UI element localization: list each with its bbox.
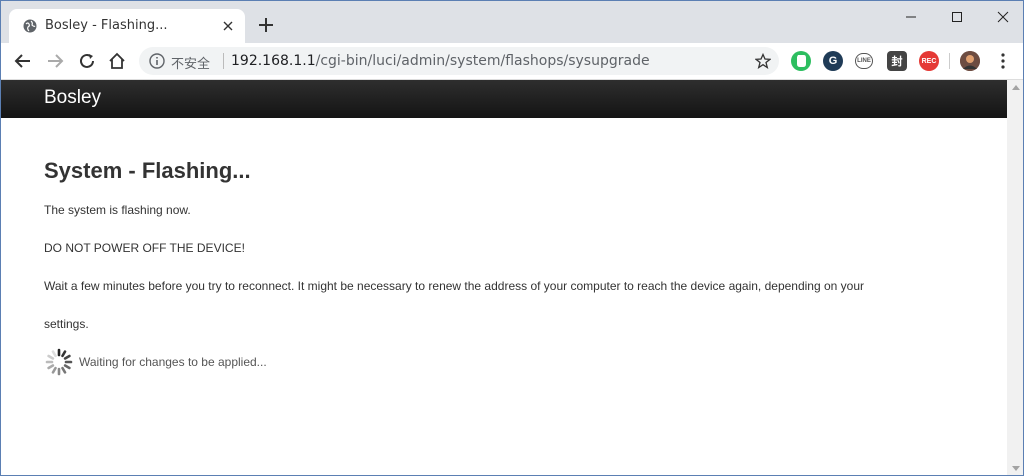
tab-active[interactable]: Bosley - Flashing... <box>9 9 245 43</box>
star-icon[interactable] <box>755 53 771 69</box>
info-icon[interactable] <box>149 53 165 69</box>
reload-button[interactable] <box>77 51 97 71</box>
scroll-down-icon[interactable] <box>1012 466 1020 471</box>
security-label[interactable]: 不安全 <box>171 53 210 72</box>
close-tab-icon[interactable] <box>221 19 235 33</box>
waiting-text: Waiting for changes to be applied... <box>79 355 267 369</box>
loading-spinner-icon <box>45 348 73 376</box>
browser-window: Bosley - Flashing... 不安全 192.168.1.1/cgi… <box>0 0 1024 476</box>
home-button[interactable] <box>107 51 127 71</box>
more-vert-icon <box>1001 53 1005 69</box>
grammar-glyph: G <box>828 55 838 67</box>
warning-text: DO NOT POWER OFF THE DEVICE! <box>44 241 245 255</box>
forward-button[interactable] <box>45 51 65 71</box>
menu-button[interactable] <box>993 51 1013 71</box>
url-host: 192.168.1.1 <box>231 53 316 69</box>
vertical-scrollbar[interactable] <box>1007 80 1023 475</box>
reconnect-text-continued: settings. <box>44 317 89 331</box>
address-bar[interactable]: 不安全 192.168.1.1/cgi-bin/luci/admin/syste… <box>139 47 779 75</box>
reload-icon <box>80 53 94 68</box>
page-viewport: Bosley System - Flashing... The system i… <box>1 80 1007 475</box>
page-title: System - Flashing... <box>44 158 251 183</box>
tab-title: Bosley - Flashing... <box>45 18 168 33</box>
profile-avatar-icon <box>960 51 980 71</box>
reconnect-text: Wait a few minutes before you try to rec… <box>44 279 865 293</box>
evernote-icon[interactable] <box>791 51 811 71</box>
home-icon <box>109 52 125 69</box>
url-text[interactable]: 192.168.1.1/cgi-bin/luci/admin/system/fl… <box>231 53 650 69</box>
arrow-left-icon <box>14 54 30 68</box>
back-button[interactable] <box>13 51 33 71</box>
toolbar-divider <box>949 53 950 69</box>
encode-glyph: 封 <box>891 56 903 68</box>
address-divider <box>223 53 224 69</box>
status-text: The system is flashing now. <box>44 203 191 217</box>
minimize-icon <box>906 16 916 18</box>
close-window-button[interactable] <box>980 1 1023 33</box>
tab-strip: Bosley - Flashing... <box>1 1 1023 43</box>
luci-header: Bosley <box>1 80 1007 118</box>
new-tab-icon[interactable] <box>257 16 275 34</box>
brand-link[interactable]: Bosley <box>44 87 101 109</box>
record-icon[interactable]: REC <box>919 51 939 71</box>
record-glyph: REC <box>921 57 937 65</box>
line-glyph: LINE <box>857 58 871 64</box>
browser-toolbar: 不安全 192.168.1.1/cgi-bin/luci/admin/syste… <box>1 43 1023 80</box>
maximize-icon <box>952 12 962 22</box>
minimize-button[interactable] <box>888 1 934 33</box>
avatar[interactable] <box>960 51 980 71</box>
elephant-icon <box>797 55 806 67</box>
line-icon[interactable]: LINE <box>855 53 873 69</box>
close-icon <box>997 11 1009 23</box>
arrow-right-icon <box>48 54 64 68</box>
globe-icon <box>23 19 37 33</box>
maximize-button[interactable] <box>934 1 980 33</box>
url-path: /cgi-bin/luci/admin/system/flashops/sysu… <box>315 53 650 69</box>
scroll-up-icon[interactable] <box>1012 85 1020 90</box>
encode-icon[interactable]: 封 <box>887 51 907 71</box>
grammar-icon[interactable]: G <box>823 51 843 71</box>
